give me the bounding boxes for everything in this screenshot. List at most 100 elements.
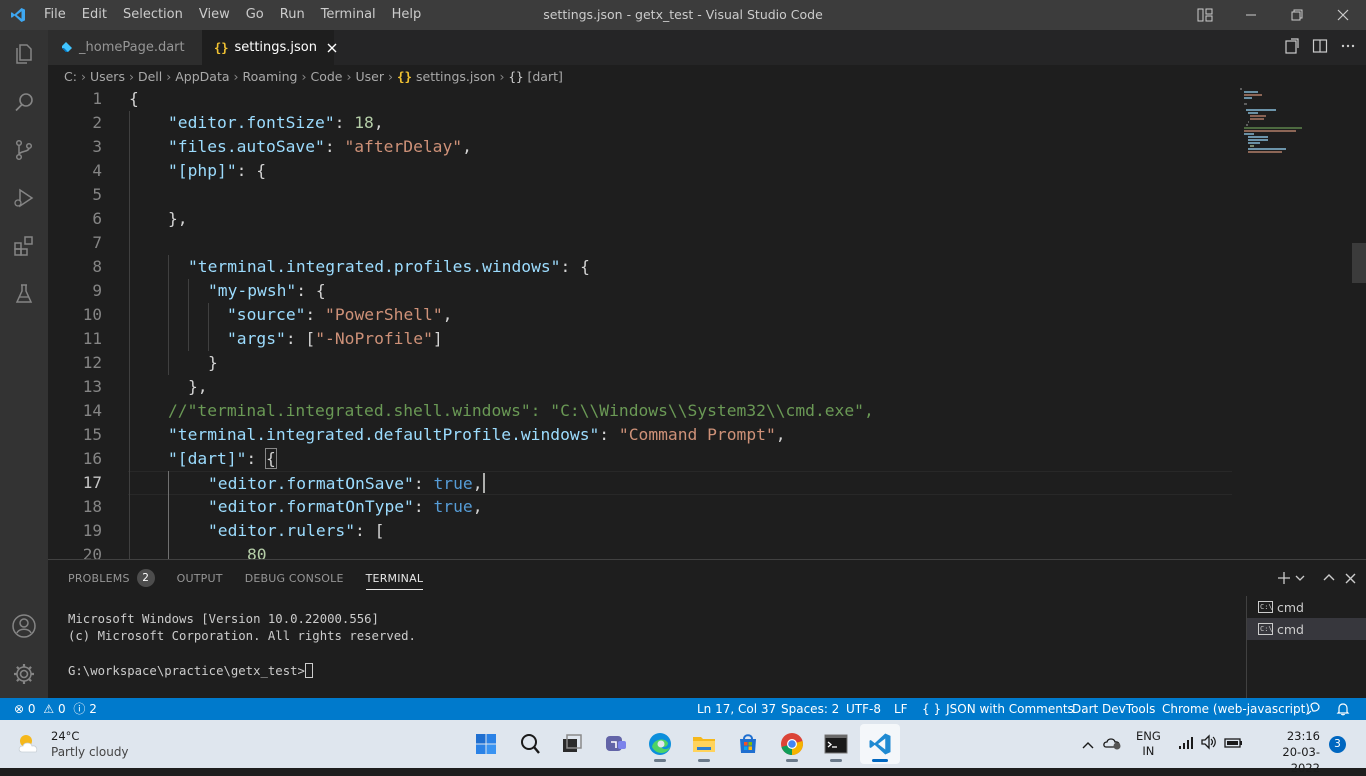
menu-go[interactable]: Go (238, 0, 272, 30)
run-debug-icon[interactable] (0, 174, 48, 222)
terminal-prompt[interactable]: G:\workspace\practice\getx_test> (68, 663, 313, 678)
tab-problems[interactable]: PROBLEMS 2 (68, 560, 155, 596)
problems-status[interactable]: ⊗ 0 ⚠ 0 ⓘ 2 (14, 698, 97, 720)
search-icon[interactable] (0, 78, 48, 126)
chevron-right-icon: › (346, 68, 352, 84)
indent-guide-active (168, 471, 169, 559)
new-terminal-icon[interactable] (1277, 571, 1291, 585)
chevron-right-icon: › (499, 68, 505, 84)
code-line: { (129, 89, 139, 108)
code-line: "terminal.integrated.defaultProfile.wind… (168, 425, 786, 444)
open-settings-ui-icon[interactable] (1284, 37, 1300, 58)
show-hidden-icons[interactable] (1081, 736, 1095, 755)
minimap[interactable] (1238, 87, 1348, 157)
breadcrumb-item[interactable]: AppData (175, 69, 229, 84)
line-number: 16 (82, 449, 102, 468)
start-button[interactable] (466, 724, 506, 764)
file-explorer-icon[interactable] (684, 724, 724, 764)
json-file-icon: {} (396, 68, 413, 84)
editor-scrollbar[interactable] (1352, 243, 1366, 283)
problems-count-badge: 2 (136, 569, 155, 587)
terminal-instance-selected[interactable]: C:\ cmd (1247, 618, 1366, 640)
source-control-icon[interactable] (0, 126, 48, 174)
edge-browser-icon[interactable] (640, 724, 680, 764)
input-language[interactable]: ENG IN (1136, 729, 1161, 759)
code-editor[interactable]: 1 2 3 4 5 6 7 8 9 10 11 12 13 14 15 16 1… (48, 87, 1366, 559)
wifi-icon[interactable] (1178, 735, 1194, 754)
breadcrumb-item[interactable]: User (355, 69, 384, 84)
breadcrumb-item[interactable]: Dell (138, 69, 162, 84)
tab-terminal[interactable]: TERMINAL (365, 560, 424, 596)
notifications-bell-icon[interactable] (1336, 698, 1350, 720)
clock[interactable]: 23:16 20-03-2022 (1270, 728, 1320, 776)
close-window-icon[interactable] (1320, 0, 1366, 30)
split-editor-icon[interactable] (1312, 38, 1328, 58)
menu-run[interactable]: Run (272, 0, 313, 30)
breadcrumb-item[interactable]: [dart] (528, 69, 563, 84)
cursor-position[interactable]: Ln 17, Col 37 (697, 698, 776, 720)
window-controls (1182, 0, 1366, 30)
chevron-right-icon: › (80, 68, 86, 84)
menu-view[interactable]: View (191, 0, 238, 30)
indentation-status[interactable]: Spaces: 2 (781, 698, 839, 720)
line-number: 20 (82, 545, 102, 559)
notification-count-badge[interactable]: 3 (1329, 736, 1346, 753)
indent-guide (168, 255, 169, 375)
minimize-icon[interactable] (1228, 0, 1274, 30)
taskbar-search-icon[interactable] (510, 724, 550, 764)
braces-icon: { } (922, 702, 942, 716)
volume-icon[interactable] (1200, 734, 1218, 754)
windows-taskbar: 24°C Partly cloudy ENG IN 23:16 20-03-20… (0, 720, 1366, 775)
dart-devtools[interactable]: Dart DevTools (1072, 698, 1155, 720)
line-number: 6 (92, 209, 102, 228)
menu-terminal[interactable]: Terminal (313, 0, 384, 30)
tab-debug-console[interactable]: DEBUG CONSOLE (245, 560, 344, 596)
target-device[interactable]: Chrome (web-javascript) (1162, 698, 1310, 720)
task-view-icon[interactable] (552, 724, 592, 764)
more-actions-icon[interactable] (1340, 38, 1356, 58)
breadcrumb-item[interactable]: C: (64, 69, 77, 84)
tab-settings-json[interactable]: {} settings.json (202, 30, 337, 65)
weather-widget[interactable]: 24°C Partly cloudy (14, 728, 144, 762)
restore-icon[interactable] (1274, 0, 1320, 30)
testing-icon[interactable] (0, 270, 48, 318)
line-number: 1 (92, 89, 102, 108)
weather-description: Partly cloudy (51, 745, 129, 759)
command-prompt-icon[interactable] (816, 724, 856, 764)
menu-help[interactable]: Help (384, 0, 430, 30)
microsoft-store-icon[interactable] (728, 724, 768, 764)
tab-output[interactable]: OUTPUT (177, 560, 223, 596)
teams-chat-icon[interactable] (596, 724, 636, 764)
feedback-icon[interactable] (1306, 698, 1321, 720)
explorer-icon[interactable] (0, 30, 48, 78)
close-panel-icon[interactable] (1345, 573, 1356, 584)
activity-bar (0, 30, 48, 698)
chevron-down-icon[interactable] (1295, 573, 1305, 583)
menu-edit[interactable]: Edit (74, 0, 115, 30)
eol-status[interactable]: LF (894, 698, 908, 720)
menu-file[interactable]: File (36, 0, 74, 30)
extensions-icon[interactable] (0, 222, 48, 270)
close-tab-icon[interactable] (327, 43, 337, 53)
menu-selection[interactable]: Selection (115, 0, 191, 30)
code-line: "[dart]": { (168, 448, 277, 469)
cmd-terminal-icon: C:\ (1258, 601, 1273, 613)
vscode-taskbar-icon[interactable] (860, 724, 900, 764)
breadcrumb-item[interactable]: settings.json (416, 69, 495, 84)
accounts-icon[interactable] (0, 602, 48, 650)
maximize-panel-icon[interactable] (1323, 572, 1335, 584)
onedrive-sync-icon[interactable] (1102, 734, 1122, 754)
breadcrumb-item[interactable]: Roaming (243, 69, 298, 84)
tab-homepage-dart[interactable]: _homePage.dart (48, 30, 202, 65)
terminal-instance[interactable]: C:\ cmd (1247, 596, 1366, 618)
breadcrumb-item[interactable]: Code (310, 69, 342, 84)
language-mode[interactable]: { } JSON with Comments (922, 698, 1074, 720)
battery-icon[interactable] (1224, 735, 1244, 754)
indent-guide (129, 111, 130, 559)
settings-gear-icon[interactable] (0, 650, 48, 698)
chrome-browser-icon[interactable] (772, 724, 812, 764)
breadcrumb-item[interactable]: Users (90, 69, 125, 84)
layout-toggle-icon[interactable] (1182, 0, 1228, 30)
chevron-right-icon: › (233, 68, 239, 84)
encoding-status[interactable]: UTF-8 (846, 698, 881, 720)
